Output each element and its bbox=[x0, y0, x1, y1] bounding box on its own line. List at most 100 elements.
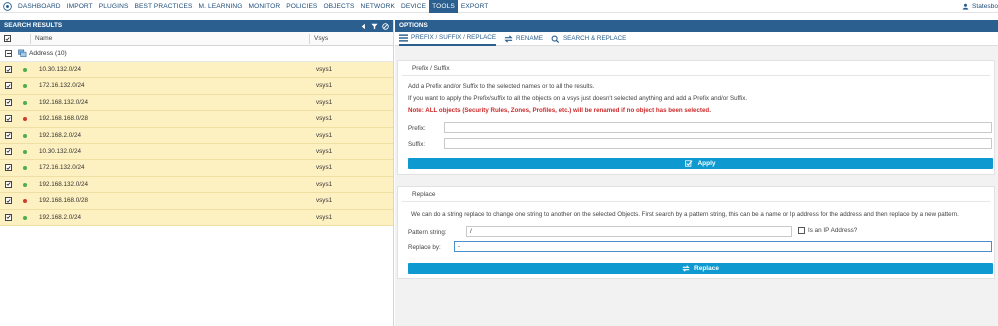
tab-search-replace[interactable]: SEARCH & REPLACE bbox=[551, 32, 626, 46]
help-text: Add a Prefix and/or Suffix to the select… bbox=[408, 83, 595, 90]
column-name[interactable]: Name bbox=[35, 32, 52, 46]
user-name: Statesbo bbox=[971, 3, 998, 10]
checkmark-icon bbox=[6, 100, 11, 105]
row-vsys: vsys1 bbox=[316, 131, 333, 139]
tab-rename[interactable]: RENAME bbox=[504, 32, 543, 46]
search-results-header: SEARCH RESULTS bbox=[0, 20, 393, 32]
expedition-logo-icon[interactable] bbox=[3, 1, 12, 11]
clear-filter-icon[interactable] bbox=[382, 22, 389, 30]
check-square-icon bbox=[685, 160, 693, 167]
pattern-label: Pattern string: bbox=[408, 229, 447, 236]
table-row[interactable]: 172.16.132.0/24 vsys1 bbox=[0, 78, 393, 95]
replace-button-label: Replace bbox=[694, 265, 719, 272]
table-row[interactable]: 192.168.132.0/24 vsys1 bbox=[0, 176, 393, 194]
table-row[interactable]: 192.168.132.0/24 vsys1 bbox=[0, 94, 393, 112]
table-row[interactable]: 192.168.168.0/28 vsys1 bbox=[0, 111, 393, 128]
tab-label: PREFIX / SUFFIX / REPLACE bbox=[411, 33, 497, 41]
status-dot-icon bbox=[23, 133, 27, 138]
column-vsys[interactable]: Vsys bbox=[314, 32, 328, 46]
row-name: 192.168.2.0/24 bbox=[39, 213, 82, 221]
help-text: If you want to apply the Prefix/suffix t… bbox=[408, 95, 748, 102]
row-name: 192.168.132.0/24 bbox=[39, 180, 89, 188]
replace-input[interactable]: - bbox=[454, 241, 992, 252]
search-results-title: SEARCH RESULTS bbox=[4, 22, 63, 29]
table-row[interactable]: 172.16.132.0/24 vsys1 bbox=[0, 160, 393, 177]
ip-address-label: Is an IP Address? bbox=[808, 227, 858, 234]
row-checkbox[interactable] bbox=[5, 180, 12, 188]
row-checkbox[interactable] bbox=[5, 82, 12, 90]
nav-item-best-practices[interactable]: BEST PRACTICES bbox=[131, 0, 195, 13]
table-row[interactable]: 10.30.132.0/24 vsys1 bbox=[0, 62, 393, 79]
status-dot-icon bbox=[23, 182, 27, 187]
row-vsys: vsys1 bbox=[316, 180, 333, 188]
address-group-row[interactable]: Address (10) bbox=[0, 46, 393, 62]
swap-icon bbox=[682, 265, 690, 272]
status-dot-icon bbox=[23, 84, 27, 89]
prefix-label: Prefix: bbox=[408, 125, 426, 132]
options-panel: OPTIONS PREFIX / SUFFIX / REPLACE RENAME… bbox=[395, 20, 998, 326]
prefix-input[interactable] bbox=[444, 122, 992, 133]
checkmark-icon bbox=[6, 84, 11, 88]
row-checkbox[interactable] bbox=[5, 66, 12, 73]
table-row[interactable]: 192.168.2.0/24 vsys1 bbox=[0, 209, 393, 226]
row-name: 172.16.132.0/24 bbox=[39, 164, 85, 172]
user-menu[interactable]: Statesbo bbox=[962, 0, 998, 13]
row-checkbox[interactable] bbox=[5, 131, 12, 139]
row-name: 192.168.132.0/24 bbox=[39, 98, 89, 106]
section-title: Prefix / Suffix bbox=[412, 65, 450, 72]
checkmark-icon bbox=[6, 215, 11, 219]
ip-address-checkbox[interactable]: Is an IP Address? bbox=[798, 227, 857, 234]
options-header: OPTIONS bbox=[395, 20, 998, 32]
checkmark-icon bbox=[6, 198, 11, 203]
list-icon bbox=[399, 33, 408, 42]
table-row[interactable]: 10.30.132.0/24 vsys1 bbox=[0, 143, 393, 161]
row-vsys: vsys1 bbox=[316, 147, 333, 155]
row-checkbox[interactable] bbox=[5, 197, 12, 205]
row-vsys: vsys1 bbox=[316, 164, 333, 172]
row-checkbox[interactable] bbox=[5, 213, 12, 221]
row-vsys: vsys1 bbox=[316, 66, 333, 73]
nav-item-network[interactable]: NETWORK bbox=[358, 0, 398, 13]
row-name: 192.168.168.0/28 bbox=[39, 115, 89, 123]
row-checkbox[interactable] bbox=[5, 115, 12, 123]
status-dot-icon bbox=[23, 68, 27, 72]
table-row[interactable]: 192.168.2.0/24 vsys1 bbox=[0, 127, 393, 144]
search-results-panel: SEARCH RESULTS Name Vsys Address (10) 10… bbox=[0, 20, 394, 326]
nav-item-dashboard[interactable]: DASHBOARD bbox=[15, 0, 64, 13]
row-checkbox[interactable] bbox=[5, 164, 12, 172]
row-checkbox[interactable] bbox=[5, 147, 12, 155]
replace-button[interactable]: Replace bbox=[408, 263, 993, 274]
results-column-header: Name Vsys bbox=[0, 32, 393, 46]
nav-item-tools[interactable]: TOOLS bbox=[429, 0, 458, 13]
nav-item-objects[interactable]: OBJECTS bbox=[320, 0, 357, 13]
pattern-input[interactable]: / bbox=[466, 226, 792, 237]
apply-button[interactable]: Apply bbox=[408, 158, 993, 169]
nav-item-export[interactable]: EXPORT bbox=[458, 0, 492, 13]
swap-icon bbox=[504, 34, 513, 43]
checkmark-icon bbox=[6, 133, 11, 137]
checkmark-icon bbox=[6, 149, 11, 154]
row-checkbox[interactable] bbox=[5, 98, 12, 106]
suffix-label: Suffix: bbox=[408, 141, 426, 148]
replace-section: Replace We can do a string replace to ch… bbox=[397, 186, 995, 279]
status-dot-icon bbox=[23, 199, 27, 204]
nav-item-m-learning[interactable]: M. LEARNING bbox=[196, 0, 246, 13]
nav-item-plugins[interactable]: PLUGINS bbox=[96, 0, 132, 13]
checkbox-box[interactable] bbox=[798, 227, 805, 234]
filter-icon[interactable] bbox=[371, 23, 378, 30]
collapse-left-icon[interactable] bbox=[360, 23, 367, 30]
tab-label: RENAME bbox=[516, 34, 543, 42]
table-row[interactable]: 192.168.168.0/28 vsys1 bbox=[0, 193, 393, 210]
collapse-group-icon[interactable] bbox=[5, 50, 12, 57]
row-name: 10.30.132.0/24 bbox=[39, 66, 82, 73]
nav-item-policies[interactable]: POLICIES bbox=[283, 0, 320, 13]
nav-item-device[interactable]: DEVICE bbox=[398, 0, 429, 13]
select-all-checkbox[interactable] bbox=[4, 35, 11, 42]
address-object-icon bbox=[18, 49, 27, 57]
nav-item-import[interactable]: IMPORT bbox=[64, 0, 96, 13]
nav-item-monitor[interactable]: MONITOR bbox=[246, 0, 284, 13]
suffix-input[interactable] bbox=[444, 138, 992, 149]
checkmark-icon bbox=[6, 182, 11, 187]
tab-prefix-suffix-replace[interactable]: PREFIX / SUFFIX / REPLACE bbox=[399, 32, 497, 46]
status-dot-icon bbox=[23, 149, 27, 154]
